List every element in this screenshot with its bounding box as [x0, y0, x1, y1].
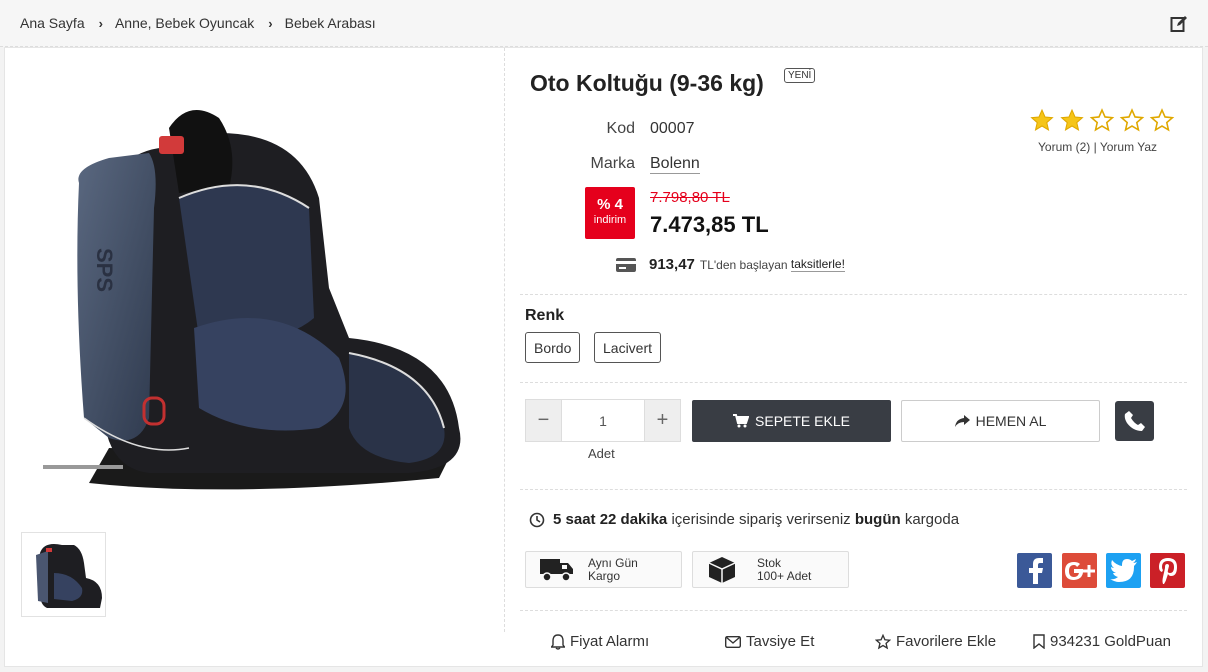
review-links: Yorum (2) | Yorum Yaz	[1038, 140, 1157, 154]
code-value: 00007	[650, 120, 695, 137]
cart-icon	[733, 414, 750, 428]
quantity-stepper: − +	[525, 399, 681, 442]
stock-line1: Stok	[757, 555, 782, 570]
product-image[interactable]: SPS	[29, 88, 479, 498]
favorites-label: Favorilere Ekle	[896, 633, 997, 650]
brand-link[interactable]: Bolenn	[650, 155, 700, 174]
star-filled-icon	[1030, 108, 1054, 131]
write-review-link[interactable]: Yorum Yaz	[1100, 140, 1157, 154]
installment-info: 913,47 TL'den başlayan taksitlerle!	[616, 256, 845, 273]
breadcrumb: Ana Sayfa › Anne, Bebek Oyuncak › Bebek …	[0, 0, 1208, 47]
divider	[520, 489, 1187, 490]
recommend-link[interactable]: Tavsiye Et	[725, 633, 814, 650]
shipping-today: bugün	[854, 511, 901, 528]
installment-link[interactable]: taksitlerle!	[790, 257, 845, 272]
credit-card-icon	[616, 257, 636, 272]
current-price: 7.473,85 TL	[650, 212, 769, 237]
discount-badge: % 4 indirim	[585, 187, 635, 239]
stock-line2: 100+ Adet	[757, 568, 812, 583]
google-plus-share-button[interactable]	[1062, 553, 1097, 588]
add-to-favorites-link[interactable]: Favorilere Ekle	[875, 633, 996, 650]
variant-title: Renk	[525, 307, 565, 324]
star-empty-icon	[1119, 108, 1145, 132]
quantity-input[interactable]	[561, 400, 645, 441]
discount-percent: % 4	[597, 196, 623, 213]
twitter-share-button[interactable]	[1106, 553, 1141, 588]
installment-text: TL'den başlayan	[699, 257, 788, 272]
shipping-middle: içerisinde sipariş verirseniz	[671, 511, 851, 528]
box-icon	[708, 556, 736, 583]
goldpuan-label: 934231 GoldPuan	[1050, 633, 1171, 650]
new-badge: YENİ	[784, 68, 816, 83]
bell-icon	[551, 633, 565, 650]
phone-icon	[1124, 411, 1145, 431]
add-to-cart-label: SEPETE EKLE	[755, 413, 850, 429]
variant-option-lacivert[interactable]: Lacivert	[594, 332, 662, 363]
goldpuan-link[interactable]: 934231 GoldPuan	[1033, 633, 1171, 650]
same-day-line1: Aynı Gün	[588, 555, 638, 570]
star-outline-icon	[875, 633, 891, 649]
star-empty-icon	[1089, 108, 1115, 132]
installment-amount: 913,47	[649, 256, 695, 273]
envelope-icon	[725, 635, 741, 648]
same-day-shipping-box: Aynı Gün Kargo	[525, 551, 682, 588]
breadcrumb-category[interactable]: Anne, Bebek Oyuncak	[115, 15, 254, 31]
pinterest-icon	[1158, 557, 1177, 584]
bookmark-icon	[1033, 634, 1045, 649]
breadcrumb-home[interactable]: Ana Sayfa	[20, 15, 85, 31]
column-divider	[504, 48, 505, 632]
share-arrow-icon	[954, 415, 970, 427]
facebook-icon	[1028, 557, 1043, 584]
twitter-icon	[1109, 558, 1137, 582]
price-alarm-link[interactable]: Fiyat Alarmı	[551, 633, 649, 650]
code-label: Kod	[606, 120, 635, 137]
buy-now-label: HEMEN AL	[975, 413, 1047, 429]
shipping-end: kargoda	[904, 511, 960, 528]
svg-text:SPS: SPS	[92, 248, 117, 292]
chevron-right-icon: ›	[268, 15, 273, 31]
product-thumbnail[interactable]	[21, 532, 106, 617]
edit-icon[interactable]	[1170, 15, 1188, 33]
truck-icon	[540, 558, 573, 582]
add-to-cart-button[interactable]: SEPETE EKLE	[692, 400, 891, 442]
buy-now-button[interactable]: HEMEN AL	[901, 400, 1100, 442]
product-card: SPS Oto Koltuğu (9-36 kg) YENİ Kod 00007…	[4, 47, 1203, 667]
star-filled-icon	[1060, 108, 1084, 131]
phone-order-button[interactable]	[1115, 401, 1154, 441]
product-title: Oto Koltuğu (9-36 kg)	[530, 70, 764, 96]
quantity-plus-button[interactable]: +	[645, 400, 680, 441]
quantity-minus-button[interactable]: −	[526, 400, 561, 441]
rating-stars[interactable]	[1029, 108, 1175, 133]
divider	[520, 382, 1187, 383]
divider	[520, 610, 1187, 611]
shipping-time: 5 saat 22 dakika	[553, 511, 668, 528]
clock-icon	[529, 512, 545, 527]
recommend-label: Tavsiye Et	[746, 633, 815, 650]
breadcrumb-subcategory[interactable]: Bebek Arabası	[285, 15, 376, 31]
discount-text: indirim	[593, 214, 627, 226]
google-plus-icon	[1064, 561, 1095, 580]
same-day-line2: Kargo	[588, 568, 621, 583]
chevron-right-icon: ›	[98, 15, 103, 31]
reviews-link[interactable]: Yorum (2)	[1038, 140, 1090, 154]
pinterest-share-button[interactable]	[1150, 553, 1185, 588]
review-separator: |	[1093, 140, 1097, 154]
shipping-info: 5 saat 22 dakika içerisinde sipariş veri…	[529, 511, 959, 528]
divider	[520, 294, 1187, 295]
facebook-share-button[interactable]	[1017, 553, 1052, 588]
price-alarm-label: Fiyat Alarmı	[570, 633, 650, 650]
star-empty-icon	[1149, 108, 1175, 132]
brand-label: Marka	[590, 155, 635, 172]
quantity-label: Adet	[588, 446, 615, 461]
variant-option-bordo[interactable]: Bordo	[525, 332, 581, 363]
stock-box: Stok 100+ Adet	[692, 551, 849, 588]
old-price: 7.798,80 TL	[650, 189, 730, 206]
